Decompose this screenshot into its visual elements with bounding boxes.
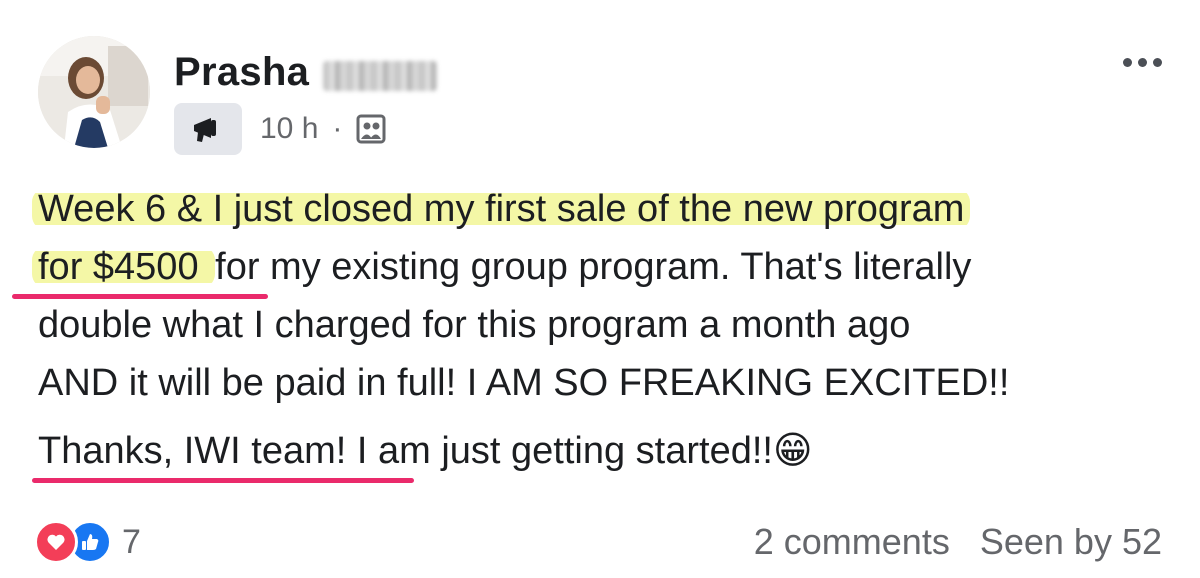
- megaphone-badge[interactable]: [174, 103, 242, 155]
- post-card: Prasha 10 h · Week 6 & I just closed my …: [0, 0, 1200, 578]
- meta-separator: ·: [332, 112, 343, 145]
- comments-link[interactable]: 2 comments: [754, 521, 950, 563]
- dot-icon: [1152, 57, 1162, 67]
- pink-underline: [32, 478, 414, 483]
- post-line-text: for my existing group program. That's li…: [215, 246, 972, 288]
- post-stats: 2 comments Seen by 52: [754, 521, 1162, 563]
- post-line: Week 6 & I just closed my first sale of …: [32, 180, 1168, 238]
- blurred-surname: [323, 60, 438, 91]
- grinning-face-emoji: 😁: [772, 430, 813, 472]
- reaction-count: 7: [122, 522, 141, 561]
- highlighted-text: Week 6 & I just closed my first sale of …: [32, 188, 971, 230]
- avatar-photo: [38, 36, 150, 148]
- more-options-button[interactable]: [1114, 44, 1170, 80]
- post-line-text: AND it will be paid in full! I AM SO FRE…: [38, 362, 1010, 404]
- dot-icon: [1122, 57, 1132, 67]
- post-text: Week 6 & I just closed my first sale of …: [12, 180, 1168, 483]
- post-line: double what I charged for this program a…: [38, 296, 1168, 354]
- post-line: for $4500 for my existing group program.…: [12, 238, 1168, 299]
- post-meta: 10 h ·: [174, 103, 386, 155]
- post-line: AND it will be paid in full! I AM SO FRE…: [38, 354, 1168, 412]
- reactions-summary[interactable]: 7: [34, 520, 141, 564]
- post-line-text: double what I charged for this program a…: [38, 304, 911, 346]
- love-icon: [34, 520, 78, 564]
- author: Prasha: [174, 50, 438, 95]
- group-icon[interactable]: [356, 114, 386, 144]
- megaphone-icon: [194, 118, 216, 142]
- post-time[interactable]: 10 h: [260, 112, 318, 146]
- dot-icon: [1137, 57, 1147, 67]
- post-footer: 7 2 comments Seen by 52: [34, 516, 1162, 568]
- author-name[interactable]: Prasha: [174, 50, 309, 95]
- post-line-text: Thanks, IWI team! I am just getting star…: [38, 430, 773, 472]
- avatar[interactable]: [38, 36, 150, 148]
- highlighted-text: for $4500: [32, 246, 216, 288]
- seen-by-link[interactable]: Seen by 52: [980, 521, 1162, 563]
- post-line: Thanks, IWI team! I am just getting star…: [32, 422, 1168, 483]
